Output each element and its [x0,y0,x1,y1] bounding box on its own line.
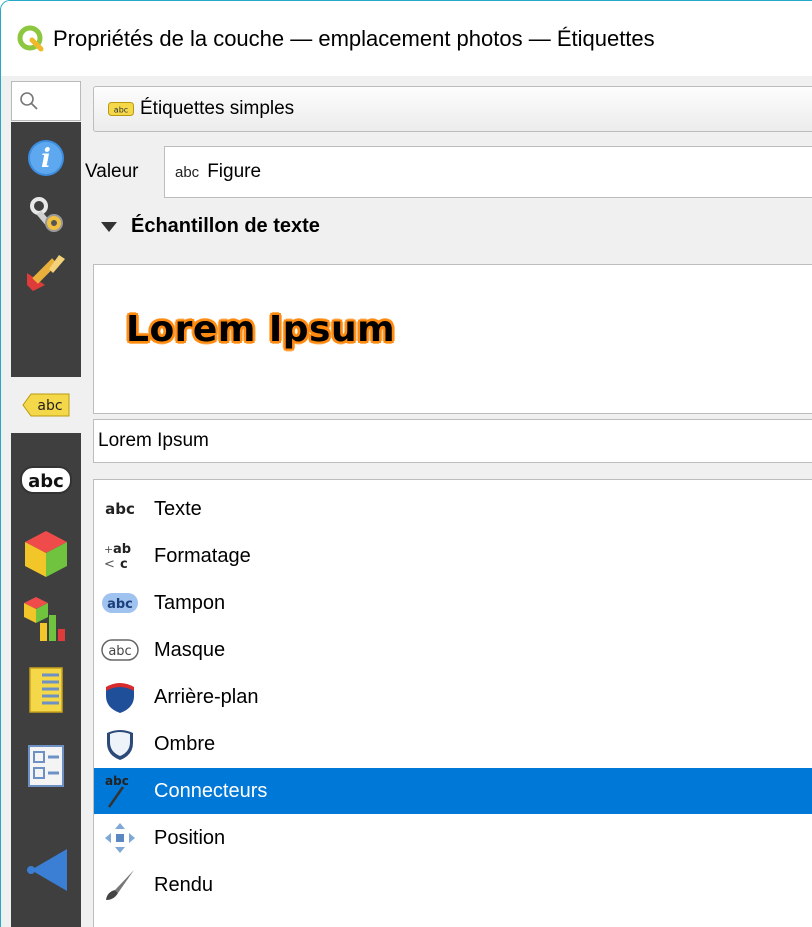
sidebar-item-information[interactable]: i [11,130,81,186]
list-item-background[interactable]: Arrière-plan [94,674,812,720]
sidebar-item-diagrams[interactable] [11,590,81,646]
svg-text:<: < [104,557,115,571]
simple-labels-icon: abc [108,102,134,116]
background-shield-icon [100,677,140,717]
search-icon [20,92,38,110]
sidebar-item-source[interactable] [11,187,81,243]
text-sample-section-toggle[interactable]: Échantillon de texte [101,215,320,238]
list-item-buffer[interactable]: abc Tampon [94,580,812,626]
sidebar-item-attributes-form[interactable] [11,738,81,794]
label-settings-list: abc Texte + ab < c Formatage abc Tampon … [93,479,812,927]
svg-text:abc: abc [105,774,129,788]
svg-text:c: c [120,557,128,571]
list-item-label: Formatage [154,544,251,567]
list-item-label: Tampon [154,591,226,614]
list-item-mask[interactable]: abc Masque [94,627,812,673]
list-item-placement[interactable]: Position [94,815,812,861]
sidebar-item-joins[interactable] [11,842,81,898]
svg-text:abc: abc [37,398,62,414]
list-item-rendering[interactable]: Rendu [94,862,812,908]
svg-text:abc: abc [107,597,133,612]
attributes-form-icon [28,745,64,787]
list-item-label: Ombre [154,732,216,755]
3d-view-icon [25,531,67,577]
svg-text:abc: abc [108,644,131,659]
sidebar-item-fields[interactable] [11,662,81,718]
diagrams-icon [24,597,65,641]
list-item-label: Texte [154,497,202,520]
text-sample-section-title: Échantillon de texte [131,215,320,237]
label-preview-canvas: Lorem Ipsum [93,264,812,414]
properties-sidebar: i abc abc [11,122,81,927]
value-label: Valeur [85,161,139,182]
formatting-icon: + ab < c [100,536,140,576]
window-title: Propriétés de la couche — emplacement ph… [53,25,655,51]
sidebar-search-input[interactable] [11,81,81,121]
svg-text:abc: abc [114,106,128,115]
list-item-label: Connecteurs [154,779,268,802]
text-abc-icon: abc [105,500,135,518]
shadow-shield-icon [100,724,140,764]
list-item-label: Rendu [154,873,213,896]
sidebar-item-3d-view[interactable] [11,526,81,582]
value-field-name: Figure [207,161,262,182]
list-item-callouts[interactable]: abc Connecteurs [94,768,812,814]
sidebar-item-symbology[interactable] [11,244,81,300]
sidebar-item-masks[interactable]: abc [11,452,81,508]
sample-text-value: Lorem Ipsum [98,430,209,451]
list-item-text[interactable]: abc Texte [94,486,812,532]
svg-text:ab: ab [113,542,131,557]
rendering-brush-icon [100,865,140,905]
mask-icon: abc [100,630,140,670]
labels-icon: abc [22,393,70,417]
source-settings-icon [30,197,63,232]
fields-icon [29,667,63,713]
masks-icon: abc [20,466,72,494]
list-item-label: Position [154,826,226,849]
svg-text:abc: abc [28,471,64,492]
sample-text-input[interactable]: Lorem Ipsum [93,419,812,463]
placement-arrows-icon [100,818,140,858]
buffer-icon: abc [100,583,140,623]
field-type-abc-icon: abc [175,163,200,181]
svg-text:i: i [41,144,51,174]
list-item-shadow[interactable]: Ombre [94,721,812,767]
layer-properties-window: Propriétés de la couche — emplacement ph… [0,0,812,927]
svg-text:+: + [104,543,113,556]
joins-icon [27,849,67,891]
label-mode-dropdown[interactable]: abc Étiquettes simples [93,86,812,132]
value-field-selector[interactable]: abc Figure [164,146,812,198]
callouts-icon: abc [100,771,140,811]
preview-text: Lorem Ipsum [126,309,396,350]
list-item-label: Arrière-plan [154,685,259,708]
title-bar: Propriétés de la couche — emplacement ph… [1,1,812,76]
collapse-triangle-icon [101,221,117,232]
qgis-logo-icon [17,25,44,51]
label-mode-label: Étiquettes simples [140,98,295,119]
symbology-brush-icon [27,255,65,291]
sidebar-item-labels[interactable]: abc [11,377,81,433]
list-item-formatting[interactable]: + ab < c Formatage [94,533,812,579]
list-item-label: Masque [154,638,226,661]
info-icon: i [28,140,64,176]
